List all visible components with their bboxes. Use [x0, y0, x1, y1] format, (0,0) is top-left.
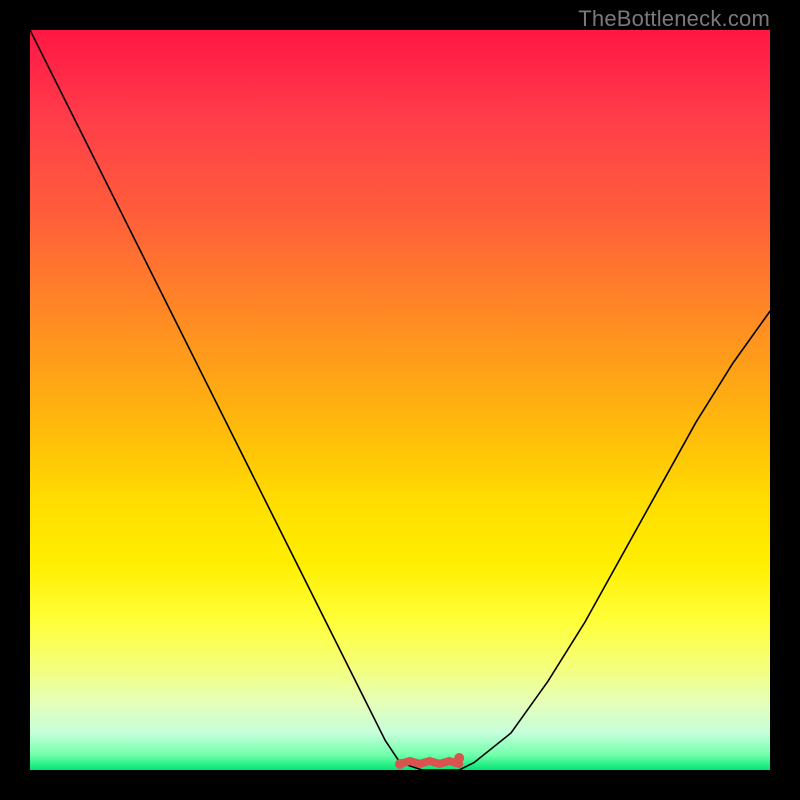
flat-segment-path — [400, 761, 459, 764]
flat-segment-end-right — [454, 753, 464, 763]
bottleneck-chart: TheBottleneck.com — [0, 0, 800, 800]
watermark-text: TheBottleneck.com — [578, 6, 770, 32]
curve-svg — [30, 30, 770, 770]
plot-area — [30, 30, 770, 770]
bottleneck-curve-path — [30, 30, 770, 770]
flat-segment-end-left — [395, 759, 405, 769]
